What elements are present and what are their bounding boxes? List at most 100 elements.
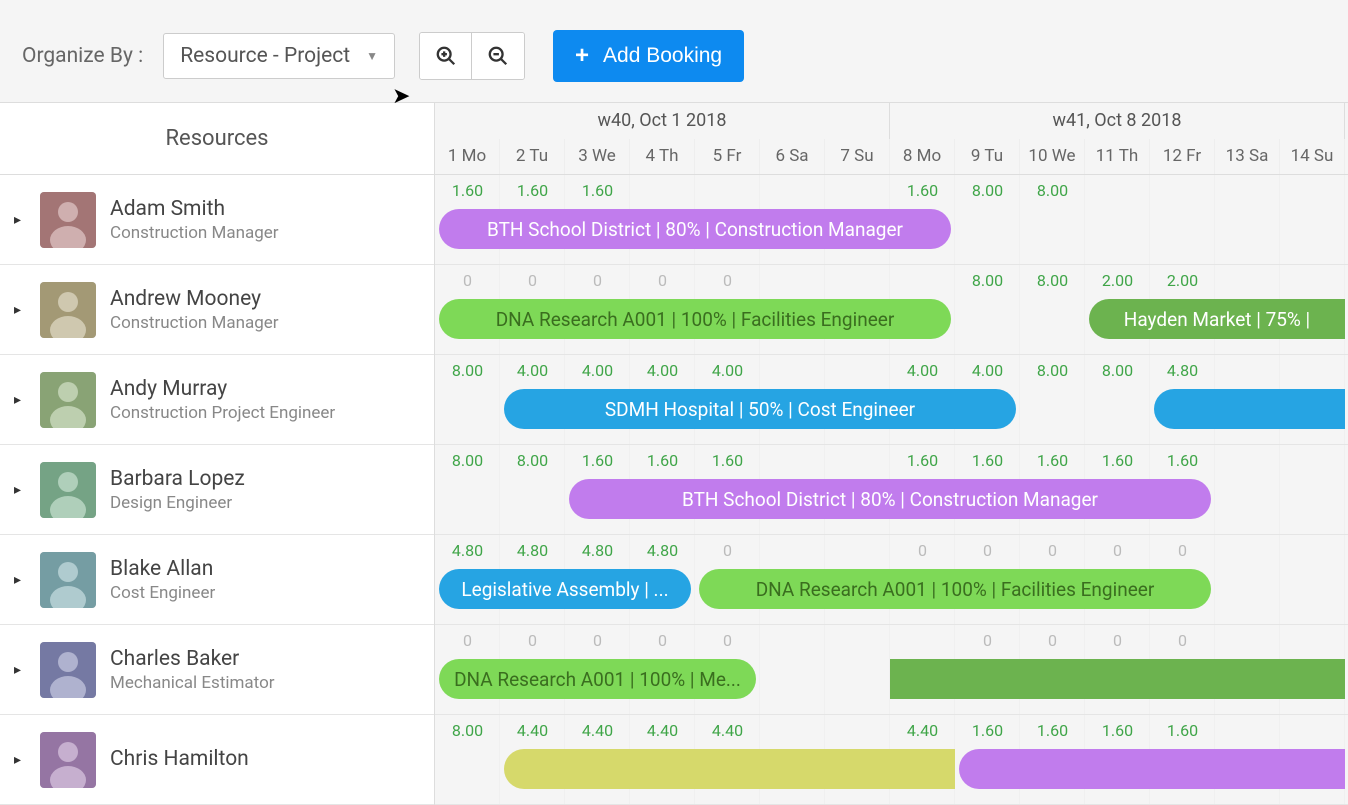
hour-value: 0 <box>695 631 760 657</box>
hour-value: 4.40 <box>630 721 695 747</box>
booking-bar[interactable]: Hayden Market | 75% | <box>1089 299 1345 339</box>
expand-arrow-icon[interactable]: ▸ <box>14 752 26 768</box>
timeline-row[interactable]: 8.004.004.004.004.004.004.008.008.004.80… <box>435 355 1348 445</box>
day-header: 4 Th <box>630 139 695 175</box>
expand-arrow-icon[interactable]: ▸ <box>14 662 26 678</box>
hour-value: 8.00 <box>1085 361 1150 387</box>
add-booking-label: Add Booking <box>603 44 722 68</box>
day-header: 14 Su <box>1280 139 1345 175</box>
hour-value <box>825 721 890 747</box>
avatar <box>40 372 96 428</box>
hour-value: 0 <box>630 631 695 657</box>
resource-row[interactable]: ▸ Charles Baker Mechanical Estimator <box>0 625 434 715</box>
zoom-out-button[interactable] <box>472 33 524 79</box>
hour-value <box>1215 631 1280 657</box>
hour-value: 0 <box>955 631 1020 657</box>
timeline-body[interactable]: 1.601.601.601.608.008.00BTH School Distr… <box>435 175 1348 805</box>
timeline-row[interactable]: 8.008.001.601.601.601.601.601.601.601.60… <box>435 445 1348 535</box>
organize-by-dropdown[interactable]: Resource - Project ▼ <box>163 33 395 79</box>
hour-value: 8.00 <box>435 361 500 387</box>
hour-value: 4.00 <box>695 361 760 387</box>
hour-value: 4.00 <box>955 361 1020 387</box>
hour-value: 0 <box>1020 631 1085 657</box>
hour-value: 8.00 <box>1020 271 1085 297</box>
hour-value: 4.00 <box>630 361 695 387</box>
hour-value <box>695 181 760 207</box>
day-header: 11 Th <box>1085 139 1150 175</box>
resource-row[interactable]: ▸ Blake Allan Cost Engineer <box>0 535 434 625</box>
hour-value: 0 <box>1020 541 1085 567</box>
booking-bar[interactable] <box>959 749 1345 789</box>
hour-value: 0 <box>955 541 1020 567</box>
resource-row[interactable]: ▸ Andy Murray Construction Project Engin… <box>0 355 434 445</box>
hour-value: 0 <box>435 631 500 657</box>
day-header: 3 We <box>565 139 630 175</box>
avatar <box>40 552 96 608</box>
resource-name: Blake Allan <box>110 557 215 581</box>
timeline-row[interactable]: 000008.008.002.002.00DNA Research A001 |… <box>435 265 1348 355</box>
day-header: 5 Fr <box>695 139 760 175</box>
hour-value: 8.00 <box>500 451 565 477</box>
booking-bar[interactable]: BTH School District | 80% | Construction… <box>569 479 1211 519</box>
hour-value: 0 <box>890 541 955 567</box>
hour-value: 4.80 <box>565 541 630 567</box>
booking-bar[interactable] <box>504 749 955 789</box>
booking-bar[interactable]: DNA Research A001 | 100% | Me... <box>439 659 756 699</box>
hour-value: 1.60 <box>1085 721 1150 747</box>
booking-bar[interactable]: Legislative Assembly | ... <box>439 569 691 609</box>
booking-bar[interactable]: BTH School District | 80% | Construction… <box>439 209 951 249</box>
timeline-row[interactable]: 000000000DNA Research A001 | 100% | Me..… <box>435 625 1348 715</box>
resource-info: Barbara Lopez Design Engineer <box>110 467 245 513</box>
expand-arrow-icon[interactable]: ▸ <box>14 392 26 408</box>
timeline-header: w40, Oct 1 2018w41, Oct 8 2018 1 Mo2 Tu3… <box>435 103 1348 175</box>
booking-bar[interactable] <box>1154 389 1345 429</box>
day-header: 8 Mo <box>890 139 955 175</box>
resource-row[interactable]: ▸ Andrew Mooney Construction Manager <box>0 265 434 355</box>
hour-value <box>1215 271 1280 297</box>
dropdown-value: Resource - Project <box>180 44 350 68</box>
expand-arrow-icon[interactable]: ▸ <box>14 482 26 498</box>
resource-role: Construction Project Engineer <box>110 403 335 423</box>
resource-row[interactable]: ▸ Barbara Lopez Design Engineer <box>0 445 434 535</box>
zoom-in-button[interactable] <box>420 33 472 79</box>
add-booking-button[interactable]: + Add Booking <box>553 30 744 82</box>
hour-value: 4.80 <box>630 541 695 567</box>
hour-value: 0 <box>500 631 565 657</box>
resource-row[interactable]: ▸ Adam Smith Construction Manager <box>0 175 434 265</box>
hour-value <box>760 361 825 387</box>
booking-bar[interactable] <box>890 659 1345 699</box>
hour-value: 4.80 <box>435 541 500 567</box>
resource-name: Barbara Lopez <box>110 467 245 491</box>
booking-bar[interactable]: DNA Research A001 | 100% | Facilities En… <box>699 569 1211 609</box>
resource-info: Andrew Mooney Construction Manager <box>110 287 279 333</box>
resource-name: Adam Smith <box>110 197 279 221</box>
avatar <box>40 462 96 518</box>
timeline-row[interactable]: 4.804.804.804.80000000Legislative Assemb… <box>435 535 1348 625</box>
hour-value: 1.60 <box>630 451 695 477</box>
hour-value <box>1215 541 1280 567</box>
booking-bar[interactable]: DNA Research A001 | 100% | Facilities En… <box>439 299 951 339</box>
avatar <box>40 192 96 248</box>
hour-value: 0 <box>695 541 760 567</box>
timeline-panel[interactable]: w40, Oct 1 2018w41, Oct 8 2018 1 Mo2 Tu3… <box>435 103 1348 805</box>
hour-value <box>1215 451 1280 477</box>
resource-info: Blake Allan Cost Engineer <box>110 557 215 603</box>
resource-row[interactable]: ▸ Chris Hamilton <box>0 715 434 805</box>
hour-value: 4.80 <box>1150 361 1215 387</box>
hour-value: 1.60 <box>1150 721 1215 747</box>
hour-value: 1.60 <box>435 181 500 207</box>
hour-value <box>630 181 695 207</box>
hour-value: 1.60 <box>1150 451 1215 477</box>
hour-value <box>1085 181 1150 207</box>
timeline-row[interactable]: 8.004.404.404.404.404.401.601.601.601.60 <box>435 715 1348 805</box>
hour-value: 1.60 <box>890 451 955 477</box>
hour-value <box>1280 271 1345 297</box>
timeline-row[interactable]: 1.601.601.601.608.008.00BTH School Distr… <box>435 175 1348 265</box>
hour-value: 1.60 <box>890 181 955 207</box>
expand-arrow-icon[interactable]: ▸ <box>14 302 26 318</box>
booking-bar[interactable]: SDMH Hospital | 50% | Cost Engineer <box>504 389 1016 429</box>
resource-role: Cost Engineer <box>110 583 215 603</box>
expand-arrow-icon[interactable]: ▸ <box>14 572 26 588</box>
hour-value <box>1215 721 1280 747</box>
expand-arrow-icon[interactable]: ▸ <box>14 212 26 228</box>
